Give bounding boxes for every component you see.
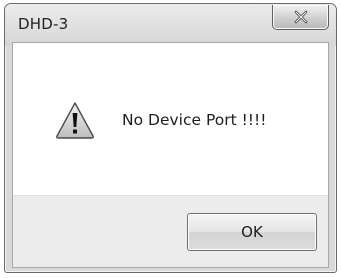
close-button[interactable]	[272, 5, 329, 30]
warning-icon	[56, 102, 94, 139]
window-title: DHD-3	[18, 15, 69, 33]
message-text: No Device Port !!!!	[122, 111, 267, 129]
title-bar[interactable]: DHD-3	[5, 4, 336, 46]
close-icon	[294, 10, 307, 24]
button-bar: OK	[13, 195, 328, 267]
dialog-window: DHD-3 No Device Port !!!! OK	[4, 3, 337, 273]
dialog-body: No Device Port !!!! OK	[12, 42, 329, 268]
message-area: No Device Port !!!!	[13, 43, 328, 195]
ok-button[interactable]: OK	[187, 213, 317, 251]
